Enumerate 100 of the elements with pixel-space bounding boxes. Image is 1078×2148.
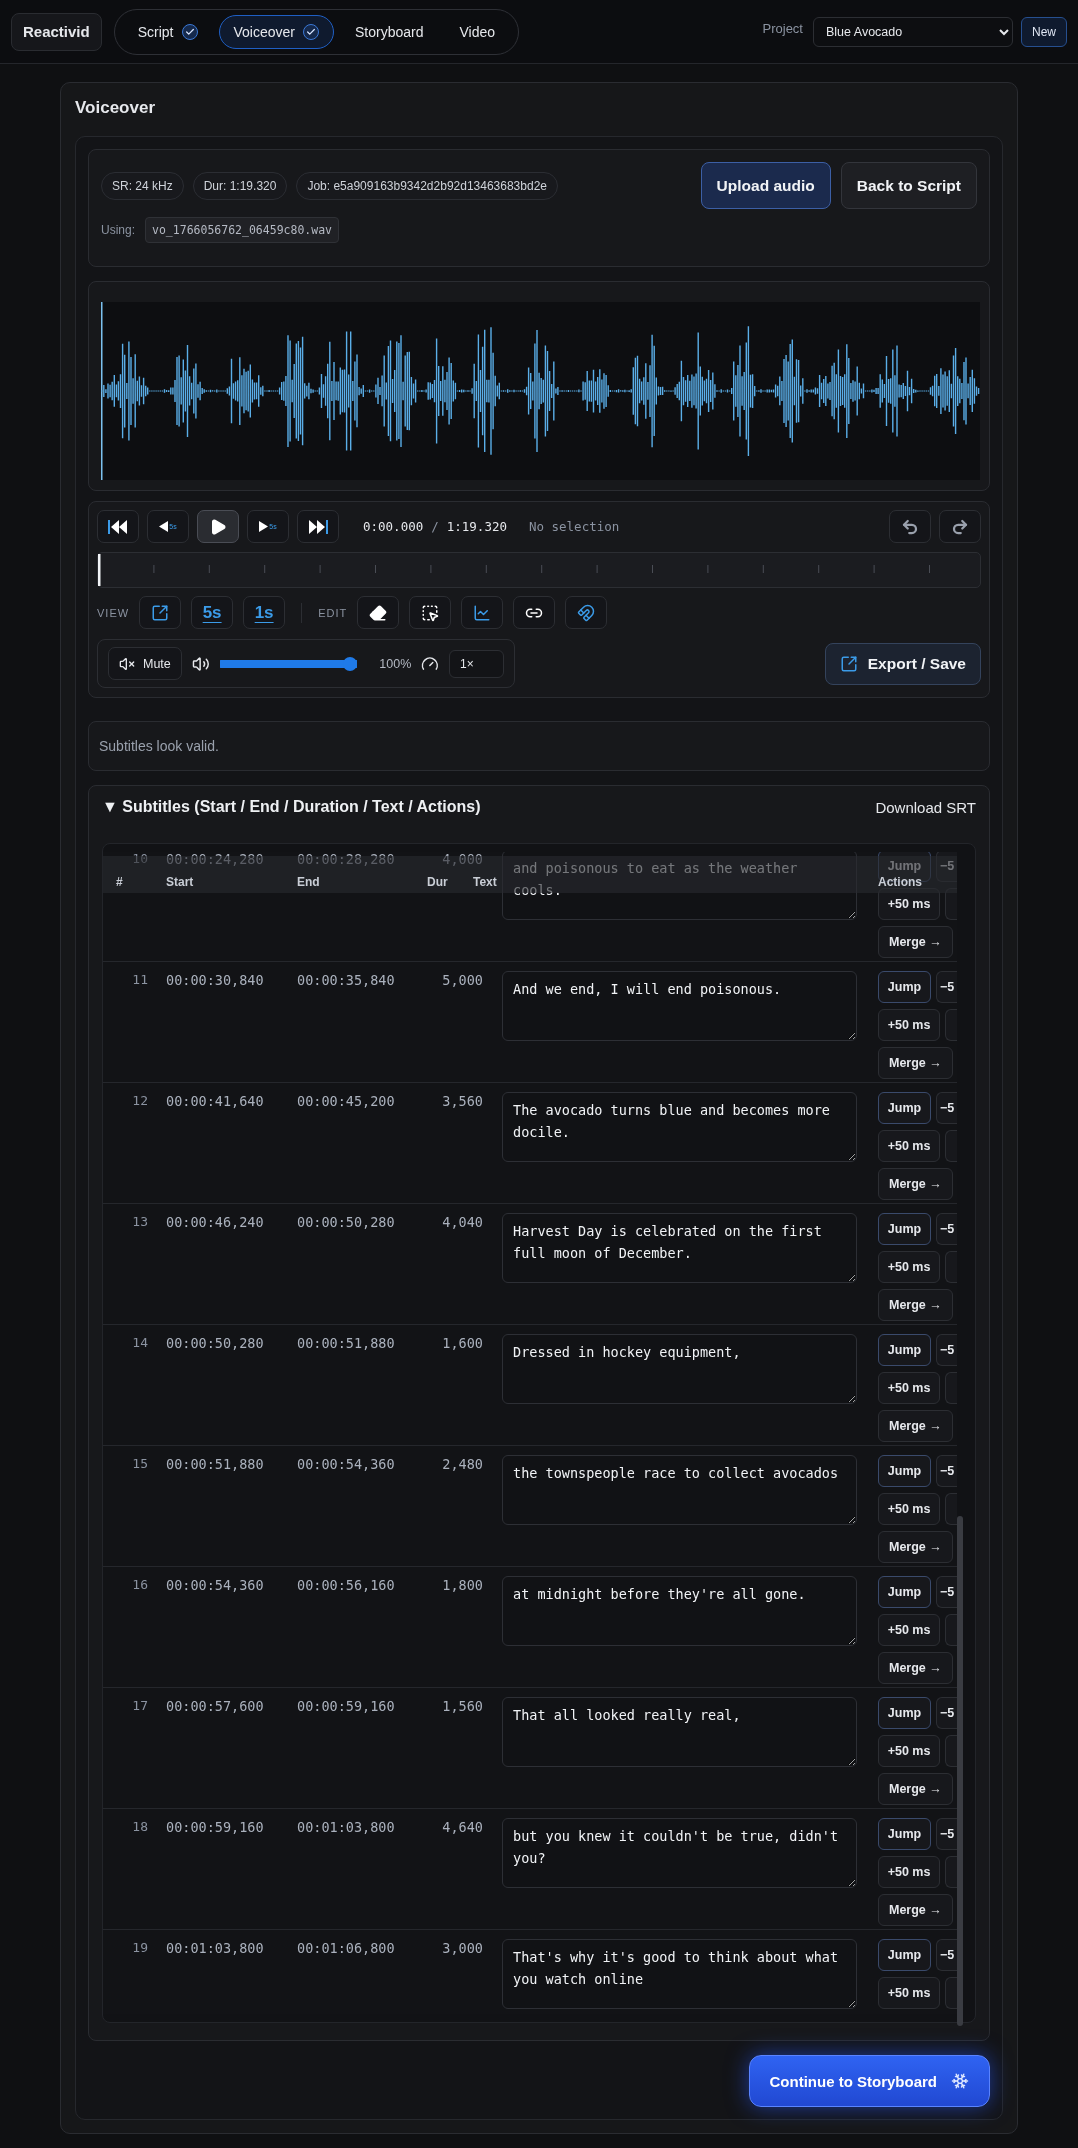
action-button[interactable]: Jump — [878, 971, 931, 1003]
duration: 2,480 — [441, 1456, 483, 1472]
export-icon — [839, 654, 858, 673]
edit-label: EDIT — [318, 606, 348, 619]
magnet-icon — [577, 603, 596, 622]
subtitle-text-field[interactable]: Dressed in hockey equipment, — [502, 1334, 857, 1404]
skip-end-button[interactable] — [297, 510, 339, 543]
step-tab[interactable]: Voiceover — [218, 14, 334, 49]
action-button[interactable]: Jump — [878, 1697, 931, 1729]
subtitle-text-field[interactable]: and poisonous to eat as the weather cools. — [502, 852, 857, 920]
start-time: 00:00:59,160 — [166, 1819, 265, 1835]
action-button[interactable]: −5 — [936, 1092, 957, 1124]
action-button[interactable]: +50 ms — [878, 1856, 940, 1888]
action-button[interactable]: Jump — [878, 1818, 931, 1850]
eraser-button[interactable] — [357, 596, 400, 629]
step-tab[interactable]: Script — [122, 14, 213, 49]
action-button[interactable]: +50 ms — [878, 1009, 940, 1041]
action-button[interactable]: −5 — [936, 1818, 957, 1850]
end-time: 00:00:59,160 — [297, 1698, 396, 1714]
action-button[interactable]: Jump — [878, 1455, 931, 1487]
envelope-button[interactable] — [461, 596, 504, 629]
action-button[interactable]: Merge → — [878, 1047, 953, 1079]
mute-button[interactable]: Mute — [108, 647, 182, 680]
action-button[interactable]: −5 — [936, 1576, 957, 1608]
row-number: 16 — [131, 1577, 149, 1592]
action-button[interactable]: +50 ms — [878, 888, 940, 920]
back-button[interactable]: Back to Script — [840, 162, 977, 209]
start-time: 00:00:51,880 — [166, 1456, 265, 1472]
duration: 4,000 — [441, 852, 483, 867]
action-button[interactable]: +50 ms — [878, 1493, 940, 1525]
scrollbar[interactable] — [957, 1516, 963, 2026]
fit-view-button[interactable] — [139, 596, 182, 629]
action-button[interactable]: Jump — [878, 1334, 931, 1366]
row-number: 17 — [131, 1698, 149, 1713]
step-tab[interactable]: Storyboard — [340, 14, 439, 49]
link-button[interactable] — [513, 596, 556, 629]
action-button[interactable]: −5 — [936, 971, 957, 1003]
subtitle-text-field[interactable]: And we end, I will end poisonous. — [502, 971, 857, 1041]
action-button[interactable]: +50 ms — [878, 1251, 940, 1283]
end-time: 00:01:03,800 — [297, 1819, 396, 1835]
zoom-step-button[interactable]: 1s — [243, 596, 286, 629]
column-header: Text — [473, 875, 497, 889]
action-button[interactable]: Merge → — [878, 1773, 953, 1805]
action-button[interactable]: Merge → — [878, 1168, 953, 1200]
action-button[interactable]: Jump — [878, 1939, 931, 1971]
select-region-button[interactable] — [409, 596, 452, 629]
action-button[interactable]: Merge → — [878, 1531, 953, 1563]
action-button[interactable]: Jump — [878, 1213, 931, 1245]
action-button[interactable]: +50 ms — [878, 1977, 940, 2009]
redo-button[interactable] — [939, 510, 981, 543]
action-button[interactable]: Merge → — [878, 1289, 953, 1321]
action-button[interactable]: Merge → — [878, 1410, 953, 1442]
action-button[interactable]: Jump — [878, 1576, 931, 1608]
using-label: Using: — [101, 223, 135, 237]
undo-button[interactable] — [889, 510, 931, 543]
eraser-icon — [369, 603, 388, 622]
speed-field[interactable]: 1× — [449, 649, 504, 678]
volume-slider[interactable] — [219, 656, 358, 671]
action-button[interactable]: +50 ms — [878, 1614, 940, 1646]
action-button[interactable]: −5 — [936, 1455, 957, 1487]
subtitle-text-field[interactable]: That all looked really real, — [502, 1697, 857, 1767]
selection-status: No selection — [528, 519, 620, 534]
new-button[interactable]: New — [1021, 16, 1067, 47]
action-button[interactable]: −5 — [936, 1697, 957, 1729]
skip-start-button[interactable] — [97, 510, 139, 543]
row-number: 18 — [131, 1819, 149, 1834]
snap-button[interactable] — [565, 596, 608, 629]
action-button[interactable]: +50 ms — [878, 1735, 940, 1767]
action-button[interactable]: Merge → — [878, 1652, 953, 1684]
zoom-step-button[interactable]: 5s — [191, 596, 234, 629]
action-button[interactable]: Merge → — [878, 926, 953, 958]
duration: 3,560 — [441, 1093, 483, 1109]
action-button[interactable]: Merge → — [878, 1894, 953, 1926]
action-button[interactable]: +50 ms — [878, 1372, 940, 1404]
play-button[interactable] — [197, 510, 239, 543]
project-select[interactable]: Blue Avocado — [813, 16, 1013, 47]
action-button[interactable]: Jump — [878, 1092, 931, 1124]
undo-icon — [901, 517, 919, 536]
action-button[interactable]: +50 ms — [878, 1130, 940, 1162]
download-srt-link[interactable]: Download SRT — [875, 798, 976, 816]
row-number: 12 — [131, 1093, 149, 1108]
subtitle-text-field[interactable]: but you knew it couldn't be true, didn't you? — [502, 1818, 857, 1888]
subtitle-text-field[interactable]: the townspeople race to collect avocados — [502, 1455, 857, 1525]
upload-button[interactable]: Upload audio — [700, 162, 831, 209]
subtitle-text-field[interactable]: That's why it's good to think about what you watch online — [502, 1939, 857, 2009]
info-chip: SR: 24 kHz — [101, 172, 184, 200]
redo-icon — [951, 517, 969, 536]
subtitles-heading[interactable]: ▼ Subtitles (Start / End / Duration / Text / Actions) — [102, 798, 481, 816]
subtitle-text-field[interactable]: The avocado turns blue and becomes more docile. — [502, 1092, 857, 1162]
export-button[interactable]: Export / Save — [824, 642, 981, 685]
subtitle-text-field[interactable]: at midnight before they're all gone. — [502, 1576, 857, 1646]
action-button[interactable]: −5 — [936, 1939, 957, 1971]
action-button[interactable]: −5 — [936, 1213, 957, 1245]
step-tab[interactable]: Video — [444, 14, 511, 49]
subtitle-text-field[interactable]: Harvest Day is celebrated on the first full moon of December. — [502, 1213, 857, 1283]
continue-button[interactable]: Continue to Storyboard — [748, 2055, 990, 2107]
start-time: 00:00:54,360 — [166, 1577, 265, 1593]
volume-thumb[interactable] — [343, 656, 358, 671]
action-button[interactable]: −5 — [936, 1334, 957, 1366]
end-time: 00:01:06,800 — [297, 1940, 396, 1956]
